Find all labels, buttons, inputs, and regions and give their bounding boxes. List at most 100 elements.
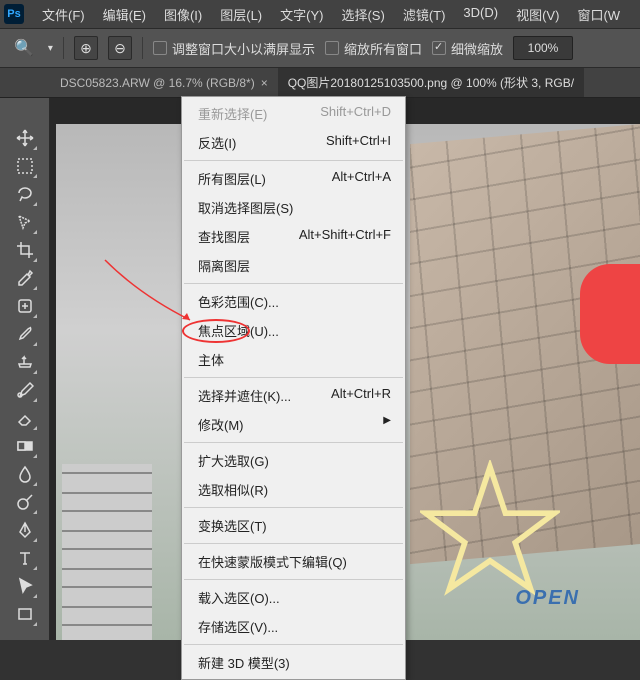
options-bar: 🔍 ▾ ⊕ ⊖ 调整窗口大小以满屏显示 缩放所有窗口 细微缩放 — [0, 28, 640, 68]
checkbox-icon[interactable] — [325, 41, 339, 55]
zoom-out-button[interactable]: ⊖ — [108, 36, 132, 60]
divider — [142, 37, 143, 59]
menu-item[interactable]: 色彩范围(C)... — [182, 287, 405, 316]
dodge-tool-icon[interactable] — [13, 490, 37, 514]
menu-item: 重新选择(E) Shift+Ctrl+D — [182, 99, 405, 128]
zoom-tool-icon[interactable]: 🔍 — [10, 36, 38, 60]
menu-item[interactable]: 取消选择图层(S) — [182, 193, 405, 222]
document-tab[interactable]: DSC05823.ARW @ 16.7% (RGB/8*) × — [50, 70, 278, 96]
menu-item[interactable]: 选择并遮住(K)... Alt+Ctrl+R — [182, 381, 405, 410]
menu-3d[interactable]: 3D(D) — [455, 2, 506, 27]
menu-item[interactable]: 隔离图层 — [182, 251, 405, 280]
menu-separator — [184, 160, 403, 161]
chevron-down-icon[interactable]: ▾ — [48, 43, 53, 54]
close-icon[interactable]: × — [261, 76, 268, 90]
menu-view[interactable]: 视图(V) — [508, 2, 567, 27]
menu-item[interactable]: 选取相似(R) — [182, 475, 405, 504]
menu-item[interactable]: 载入选区(O)... — [182, 583, 405, 612]
menu-select[interactable]: 选择(S) — [333, 2, 392, 27]
pen-tool-icon[interactable] — [13, 518, 37, 542]
gradient-tool-icon[interactable] — [13, 434, 37, 458]
eyedropper-tool-icon[interactable] — [13, 266, 37, 290]
document-tab-bar: DSC05823.ARW @ 16.7% (RGB/8*) × QQ图片2018… — [0, 68, 640, 98]
menu-layer[interactable]: 图层(L) — [212, 2, 270, 27]
heart-graphic — [580, 264, 640, 364]
menu-item-shortcut: ▶ — [383, 415, 391, 434]
menu-item[interactable]: 在快速蒙版模式下编辑(Q) — [182, 547, 405, 576]
healing-brush-tool-icon[interactable] — [13, 294, 37, 318]
menu-item-shortcut: Shift+Ctrl+D — [320, 104, 391, 123]
type-tool-icon[interactable] — [13, 546, 37, 570]
menu-item-shortcut: Shift+Ctrl+I — [326, 133, 391, 152]
history-brush-tool-icon[interactable] — [13, 378, 37, 402]
menu-type[interactable]: 文字(Y) — [272, 2, 331, 27]
lasso-tool-icon[interactable] — [13, 182, 37, 206]
menu-item[interactable]: 反选(I) Shift+Ctrl+I — [182, 128, 405, 157]
star-sign-graphic: OPEN — [400, 460, 580, 610]
path-select-tool-icon[interactable] — [13, 574, 37, 598]
move-tool-icon[interactable] — [13, 126, 37, 150]
menu-separator — [184, 283, 403, 284]
menu-item-label: 存储选区(V)... — [198, 617, 278, 636]
menu-item-label: 查找图层 — [198, 227, 250, 246]
menu-separator — [184, 507, 403, 508]
scrubby-zoom-option[interactable]: 细微缩放 — [432, 39, 503, 58]
scrubby-zoom-label: 细微缩放 — [451, 39, 503, 58]
menu-item-shortcut: Alt+Ctrl+A — [332, 169, 391, 188]
menu-item-label: 变换选区(T) — [198, 516, 267, 535]
eraser-tool-icon[interactable] — [13, 406, 37, 430]
app-logo: Ps — [4, 4, 24, 24]
zoom-all-label: 缩放所有窗口 — [344, 39, 422, 58]
menu-item[interactable]: 所有图层(L) Alt+Ctrl+A — [182, 164, 405, 193]
menu-item-label: 色彩范围(C)... — [198, 292, 279, 311]
menu-separator — [184, 543, 403, 544]
menu-item-label: 在快速蒙版模式下编辑(Q) — [198, 552, 347, 571]
open-sign-text: OPEN — [515, 587, 580, 610]
menu-file[interactable]: 文件(F) — [34, 2, 93, 27]
menu-item-label: 扩大选取(G) — [198, 451, 269, 470]
clone-stamp-tool-icon[interactable] — [13, 350, 37, 374]
menu-window[interactable]: 窗口(W — [569, 2, 628, 27]
toolbox — [0, 98, 50, 640]
menu-item-shortcut: Alt+Shift+Ctrl+F — [299, 227, 391, 246]
menu-item-label: 重新选择(E) — [198, 104, 267, 123]
checkbox-icon[interactable] — [153, 41, 167, 55]
blur-tool-icon[interactable] — [13, 462, 37, 486]
checkbox-checked-icon[interactable] — [432, 41, 446, 55]
menu-item-label: 载入选区(O)... — [198, 588, 280, 607]
menu-item-label: 选取相似(R) — [198, 480, 268, 499]
menu-item[interactable]: 新建 3D 模型(3) — [182, 648, 405, 677]
menu-item-label: 选择并遮住(K)... — [198, 386, 291, 405]
quick-select-tool-icon[interactable] — [13, 210, 37, 234]
menu-filter[interactable]: 滤镜(T) — [395, 2, 454, 27]
brush-tool-icon[interactable] — [13, 322, 37, 346]
menu-item[interactable]: 焦点区域(U)... — [182, 316, 405, 345]
menu-item-label: 所有图层(L) — [198, 169, 266, 188]
menu-item-shortcut: Alt+Ctrl+R — [331, 386, 391, 405]
menu-item-label: 反选(I) — [198, 133, 236, 152]
menu-image[interactable]: 图像(I) — [156, 2, 210, 27]
fit-screen-option[interactable]: 调整窗口大小以满屏显示 — [153, 39, 315, 58]
menu-separator — [184, 442, 403, 443]
menu-item[interactable]: 存储选区(V)... — [182, 612, 405, 641]
menu-item[interactable]: 修改(M)▶ — [182, 410, 405, 439]
marquee-tool-icon[interactable] — [13, 154, 37, 178]
zoom-in-button[interactable]: ⊕ — [74, 36, 98, 60]
menu-item[interactable]: 查找图层 Alt+Shift+Ctrl+F — [182, 222, 405, 251]
menu-item[interactable]: 变换选区(T) — [182, 511, 405, 540]
menu-item-label: 隔离图层 — [198, 256, 250, 275]
title-bar: Ps 文件(F) 编辑(E) 图像(I) 图层(L) 文字(Y) 选择(S) 滤… — [0, 0, 640, 28]
tab-label: QQ图片20180125103500.png @ 100% (形状 3, RGB… — [288, 74, 574, 91]
zoom-all-option[interactable]: 缩放所有窗口 — [325, 39, 422, 58]
document-tab-active[interactable]: QQ图片20180125103500.png @ 100% (形状 3, RGB… — [278, 68, 584, 97]
menu-item[interactable]: 主体 — [182, 345, 405, 374]
crop-tool-icon[interactable] — [13, 238, 37, 262]
rectangle-tool-icon[interactable] — [13, 602, 37, 626]
menu-item[interactable]: 扩大选取(G) — [182, 446, 405, 475]
zoom-percentage-input[interactable] — [513, 36, 573, 60]
menu-item-label: 取消选择图层(S) — [198, 198, 293, 217]
menu-edit[interactable]: 编辑(E) — [95, 2, 154, 27]
menu-separator — [184, 377, 403, 378]
tab-label: DSC05823.ARW @ 16.7% (RGB/8*) — [60, 76, 255, 90]
menu-bar: 文件(F) 编辑(E) 图像(I) 图层(L) 文字(Y) 选择(S) 滤镜(T… — [34, 2, 628, 27]
